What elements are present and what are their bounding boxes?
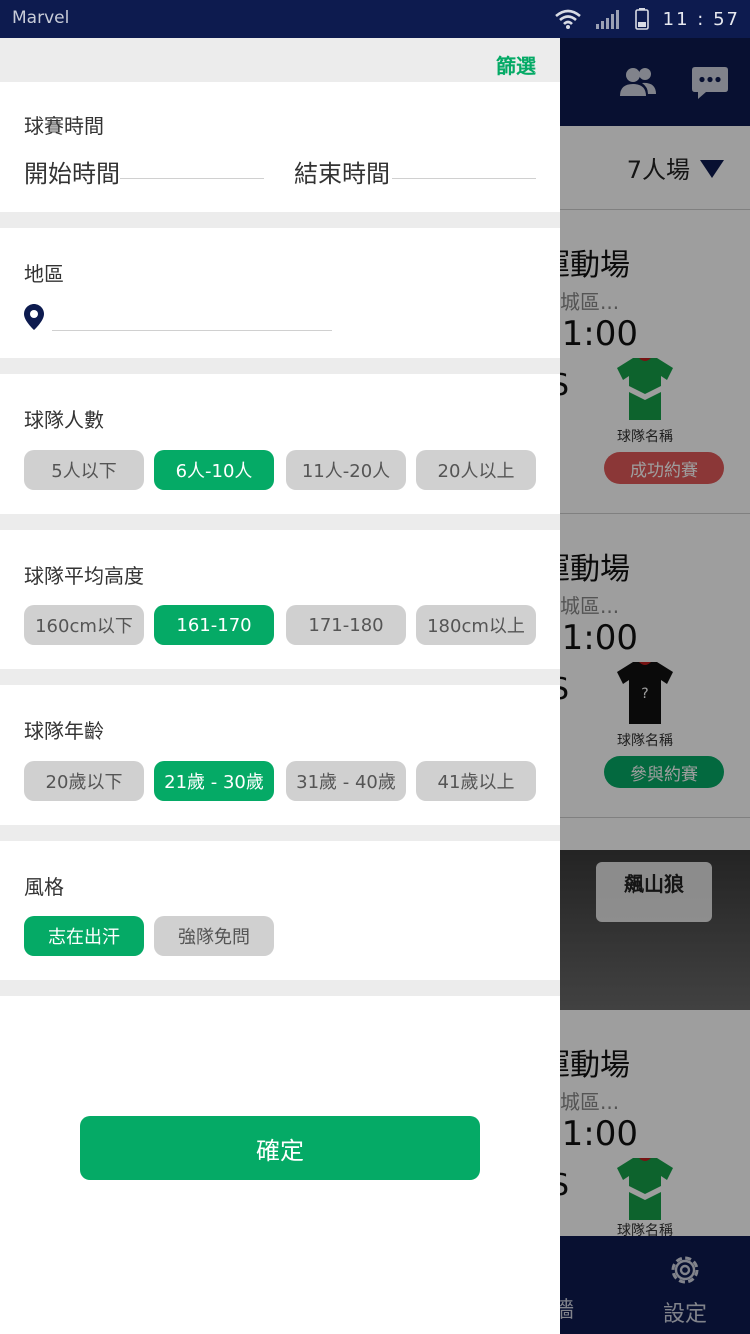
height-option[interactable]: 160cm以下 <box>24 605 144 645</box>
match-time-label: 球賽時間 <box>24 114 104 138</box>
style-label: 風格 <box>24 875 64 899</box>
age-option[interactable]: 41歲以上 <box>416 761 536 801</box>
clock: 11 : 57 <box>662 8 740 30</box>
height-option[interactable]: 180cm以上 <box>416 605 536 645</box>
drawer-title: 篩選 <box>496 54 536 78</box>
style-option[interactable]: 強隊免問 <box>154 916 274 956</box>
age-option[interactable]: 31歲 - 40歲 <box>286 761 406 801</box>
confirm-button[interactable]: 確定 <box>80 1116 480 1180</box>
team-size-option[interactable]: 11人-20人 <box>286 450 406 490</box>
region-label: 地區 <box>24 262 64 286</box>
team-size-option-selected[interactable]: 6人-10人 <box>154 450 274 490</box>
avg-height-label: 球隊平均高度 <box>24 564 144 588</box>
start-time-underline <box>120 178 264 179</box>
start-time-field[interactable]: 開始時間 <box>24 154 120 189</box>
height-option[interactable]: 171-180 <box>286 605 406 645</box>
wifi-icon <box>554 9 581 29</box>
section-separator <box>0 825 560 841</box>
battery-icon <box>634 8 649 30</box>
drawer-header: 篩選 <box>0 38 560 82</box>
team-size-option[interactable]: 20人以上 <box>416 450 536 490</box>
section-separator <box>0 980 560 996</box>
section-separator <box>0 514 560 530</box>
carrier-name: Marvel <box>12 8 70 28</box>
section-separator <box>0 358 560 374</box>
section-separator <box>0 212 560 228</box>
end-time-field[interactable]: 結束時間 <box>294 154 390 189</box>
age-option[interactable]: 20歲以下 <box>24 761 144 801</box>
age-option-selected[interactable]: 21歲 - 30歲 <box>154 761 274 801</box>
age-label: 球隊年齡 <box>24 719 104 743</box>
filter-drawer: 篩選 球賽時間 開始時間 結束時間 地區 球隊人數 5人以下 6人-10人 11… <box>0 38 560 1334</box>
region-input[interactable] <box>52 330 332 331</box>
team-size-label: 球隊人數 <box>24 408 104 432</box>
signal-icon <box>595 10 619 29</box>
location-pin-icon <box>24 304 44 330</box>
status-bar: Marvel 11 : 57 <box>0 0 750 38</box>
style-option-selected[interactable]: 志在出汗 <box>24 916 144 956</box>
end-time-underline <box>392 178 536 179</box>
section-separator <box>0 669 560 685</box>
team-size-option[interactable]: 5人以下 <box>24 450 144 490</box>
height-option-selected[interactable]: 161-170 <box>154 605 274 645</box>
